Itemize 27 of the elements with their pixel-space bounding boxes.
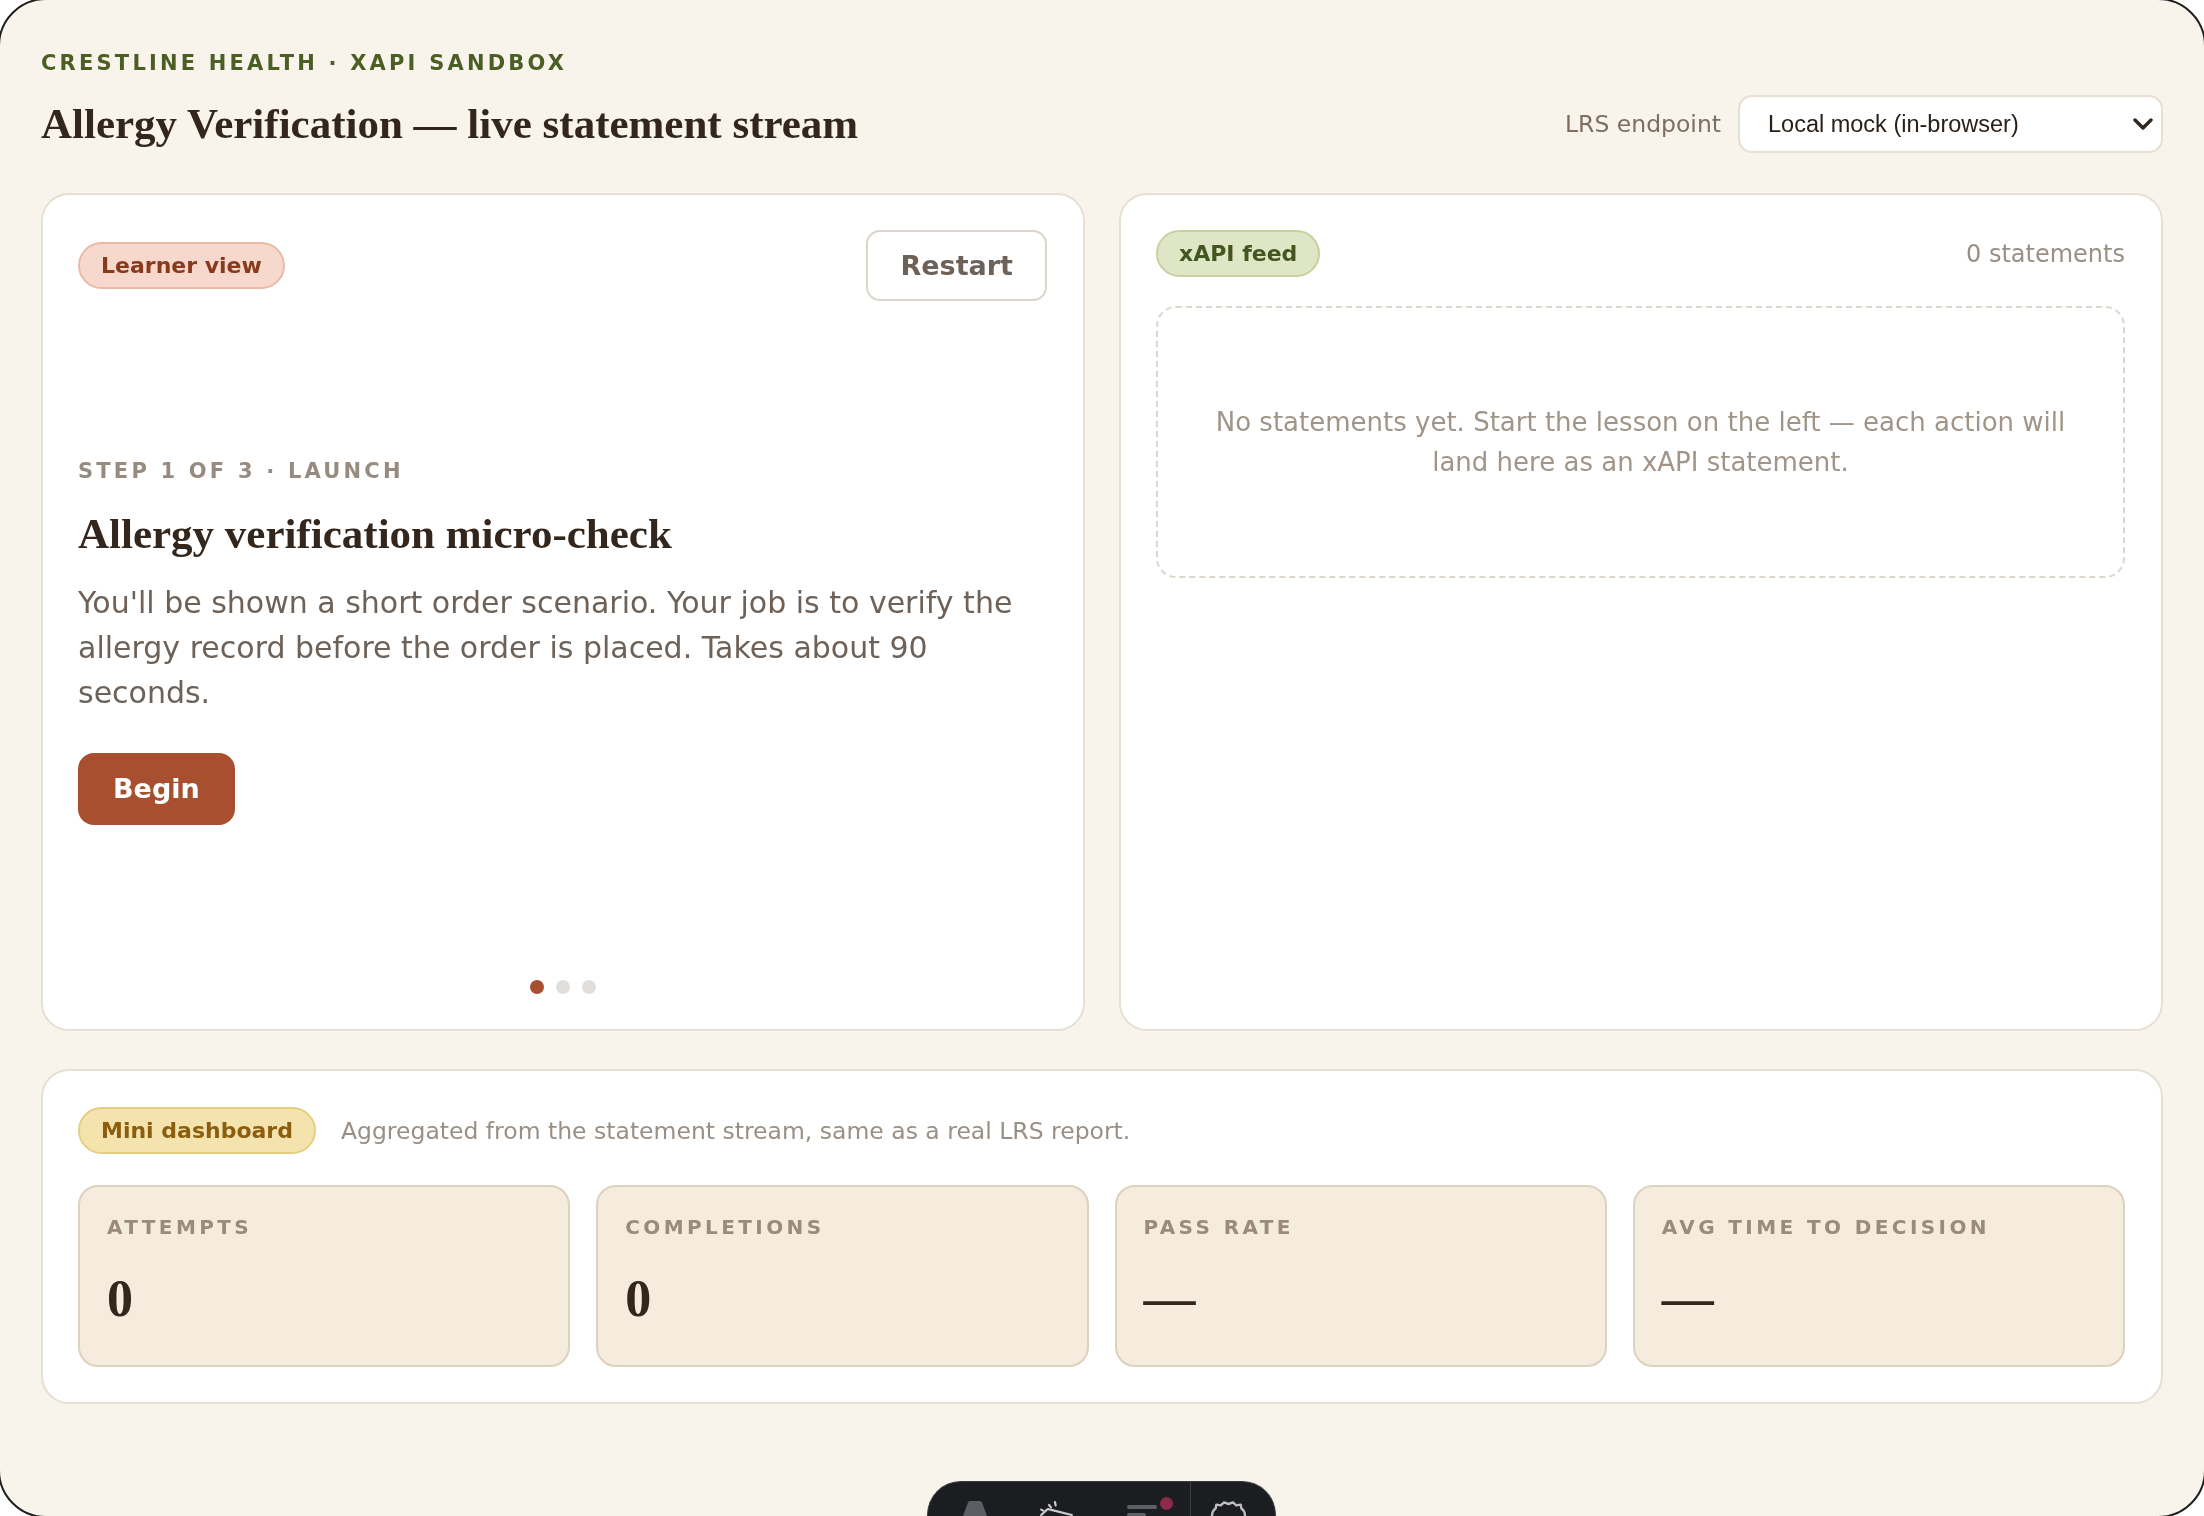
endpoint-label: LRS endpoint <box>1565 110 1721 138</box>
stat-value: 0 <box>107 1269 134 1329</box>
empty-feed-message: No statements yet. Start the lesson on the left — each action will land here as an xAPI statement. <box>1214 406 2067 479</box>
mini-dashboard-badge: Mini dashboard <box>78 1107 316 1154</box>
stat-label: AVG TIME TO DECISION <box>1661 1215 1991 1239</box>
step-label: STEP 1 OF 3 · LAUNCH <box>78 457 404 485</box>
endpoint-select[interactable]: Local mock (in-browser) <box>1738 95 2163 153</box>
cursor-icon[interactable] <box>1040 1501 1073 1516</box>
learner-view-badge: Learner view <box>78 242 285 289</box>
stat-label: ATTEMPTS <box>107 1215 254 1239</box>
stat-value: — <box>1143 1269 1197 1329</box>
xapi-feed-badge: xAPI feed <box>1156 230 1321 277</box>
lesson-description: You'll be shown a short order scenario. Your job is to verify the allergy record before the order is placed. Takes about 90 seconds. <box>78 583 1014 712</box>
restart-button[interactable]: Restart <box>866 230 1047 301</box>
chevron-down-icon <box>2133 118 2153 130</box>
stat-value: 0 <box>625 1269 653 1329</box>
settings-icon[interactable] <box>1210 1501 1247 1516</box>
begin-button[interactable]: Begin <box>78 752 235 825</box>
logo-icon[interactable] <box>963 1501 987 1516</box>
dashboard-description: Aggregated from the statement stream, same as a real LRS report. <box>340 1116 1131 1145</box>
stat-value: — <box>1661 1269 1715 1329</box>
page-title: Allergy Verification — live statement stream <box>41 99 859 149</box>
stat-label: PASS RATE <box>1143 1215 1295 1239</box>
stat-label: COMPLETIONS <box>625 1215 826 1239</box>
brand-eyebrow: CRESTLINE HEALTH · XAPI SANDBOX <box>41 50 568 76</box>
lesson-heading: Allergy verification micro-check <box>78 508 672 559</box>
statement-count: 0 statements <box>1966 239 2125 268</box>
